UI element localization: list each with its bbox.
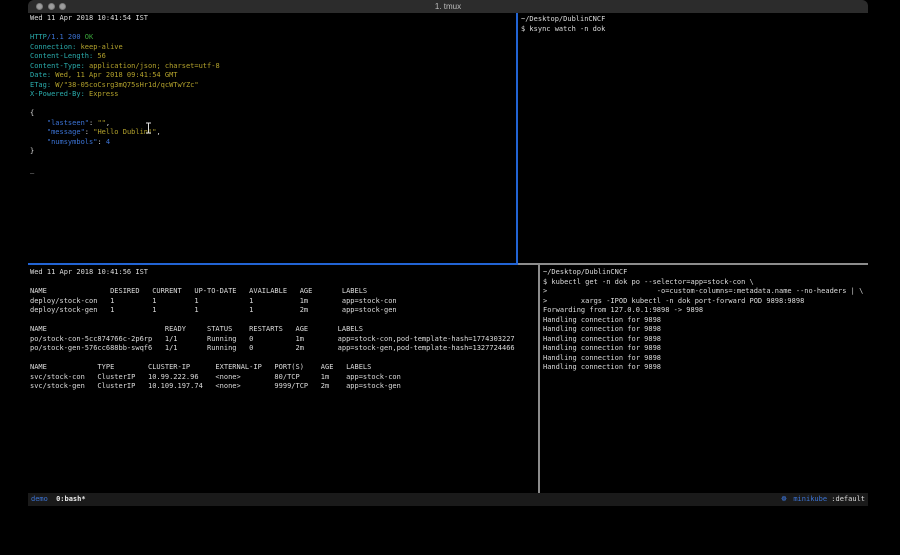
- window-title-bar[interactable]: 1. tmux: [28, 0, 868, 13]
- pane-divider-vertical-bottom[interactable]: [538, 265, 540, 493]
- status-left: demo 0:bash*: [31, 493, 86, 506]
- terminal-line: [30, 157, 516, 167]
- terminal-line: }: [30, 147, 516, 157]
- kube-context: minikube: [793, 495, 827, 503]
- terminal-line: [30, 354, 536, 364]
- terminal-line: ETag: W/"38-05coCsrg3mQ75sHr1d/qcWTwYZc": [30, 81, 516, 91]
- terminal-line: Wed 11 Apr 2018 10:41:54 IST: [30, 14, 516, 24]
- terminal-line: "numsymbols": 4: [30, 138, 516, 148]
- terminal-line: deploy/stock-gen 1 1 1 1 2m app=stock-ge…: [30, 306, 536, 316]
- window-title: 1. tmux: [28, 0, 868, 13]
- terminal-line: Content-Length: 56: [30, 52, 516, 62]
- kubernetes-helm-icon: ☸: [781, 495, 787, 503]
- mouse-cursor: [144, 122, 153, 134]
- terminal-line: deploy/stock-con 1 1 1 1 1m app=stock-co…: [30, 297, 536, 307]
- terminal-line: [30, 316, 536, 326]
- terminal-line: Handling connection for 9898: [543, 354, 867, 364]
- terminal-line: Wed 11 Apr 2018 10:41:56 IST: [30, 268, 536, 278]
- terminal-line: Handling connection for 9898: [543, 335, 867, 345]
- terminal-line: Date: Wed, 11 Apr 2018 09:41:54 GMT: [30, 71, 516, 81]
- terminal-line: ~/Desktop/DublinCNCF: [521, 15, 866, 25]
- pane-divider-horizontal-right[interactable]: [518, 263, 868, 265]
- terminal-line: NAME TYPE CLUSTER-IP EXTERNAL-IP PORT(S)…: [30, 363, 536, 373]
- terminal-line: [30, 24, 516, 34]
- session-name: demo: [31, 495, 48, 503]
- terminal-line: NAME DESIRED CURRENT UP-TO-DATE AVAILABL…: [30, 287, 536, 297]
- terminal-line: $ kubectl get -n dok po --selector=app=s…: [543, 278, 867, 288]
- terminal-line: Handling connection for 9898: [543, 344, 867, 354]
- terminal-line: NAME READY STATUS RESTARTS AGE LABELS: [30, 325, 536, 335]
- terminal-line: po/stock-con-5cc874766c-2p6rp 1/1 Runnin…: [30, 335, 536, 345]
- terminal-line: Content-Type: application/json; charset=…: [30, 62, 516, 72]
- window-tab-0-bash[interactable]: 0:bash*: [56, 495, 86, 503]
- terminal-line: Handling connection for 9898: [543, 363, 867, 373]
- pane-port-forward[interactable]: ~/Desktop/DublinCNCF$ kubectl get -n dok…: [543, 268, 867, 493]
- terminal-window: 1. tmux Wed 11 Apr 2018 10:41:54 IST HTTP…: [28, 0, 868, 507]
- pane-divider-vertical-top[interactable]: [516, 13, 518, 265]
- terminal-line: Connection: keep-alive: [30, 43, 516, 53]
- terminal-line: "lastseen": "",: [30, 119, 516, 129]
- terminal-line: Forwarding from 127.0.0.1:9898 -> 9898: [543, 306, 867, 316]
- pane-ksync-watch[interactable]: ~/Desktop/DublinCNCF$ ksync watch -n dok: [521, 15, 866, 263]
- terminal-line: _: [30, 166, 516, 176]
- terminal-line: ~/Desktop/DublinCNCF: [543, 268, 867, 278]
- terminal-line: > xargs -IPOD kubectl -n dok port-forwar…: [543, 297, 867, 307]
- terminal-line: "message": "Hello Dublin!",: [30, 128, 516, 138]
- terminal-line: Handling connection for 9898: [543, 316, 867, 326]
- terminal-line: {: [30, 109, 516, 119]
- terminal-line: X-Powered-By: Express: [30, 90, 516, 100]
- terminal-line: > -o=custom-columns=:metadata.name --no-…: [543, 287, 867, 297]
- terminal-line: HTTP/1.1 200 OK: [30, 33, 516, 43]
- terminal-line: [30, 100, 516, 110]
- terminal-line: [30, 278, 536, 288]
- pane-divider-horizontal-left[interactable]: [28, 263, 518, 265]
- tmux-status-bar: demo 0:bash* ☸ minikube :default: [28, 493, 868, 506]
- terminal-line: po/stock-gen-576cc688bb-swqf6 1/1 Runnin…: [30, 344, 536, 354]
- terminal-line: $ ksync watch -n dok: [521, 25, 866, 35]
- pane-http-response[interactable]: Wed 11 Apr 2018 10:41:54 IST HTTP/1.1 200…: [30, 14, 516, 263]
- terminal-line: svc/stock-con ClusterIP 10.99.222.96 <no…: [30, 373, 536, 383]
- status-right: ☸ minikube :default: [781, 493, 865, 507]
- kube-namespace: :default: [831, 495, 865, 503]
- terminal-line: Handling connection for 9898: [543, 325, 867, 335]
- pane-kubectl-get[interactable]: Wed 11 Apr 2018 10:41:56 IST NAME DESIRED…: [30, 268, 536, 493]
- terminal-line: svc/stock-gen ClusterIP 10.109.197.74 <n…: [30, 382, 536, 392]
